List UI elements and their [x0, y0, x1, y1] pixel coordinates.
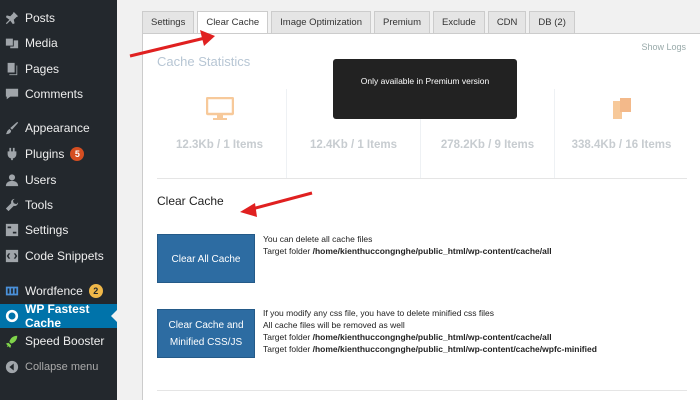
paintbrush-icon — [5, 121, 19, 135]
sidebar-item-posts[interactable]: Posts — [0, 6, 117, 30]
clear-all-cache-button[interactable]: Clear All Cache — [157, 234, 255, 283]
sidebar-item-label: Media — [25, 36, 58, 50]
sidebar-item-wordfence[interactable]: Wordfence 2 — [0, 279, 117, 303]
description-line: If you modify any css file, you have to … — [263, 308, 495, 318]
target-folder-label: Target folder — [263, 344, 313, 354]
main-content: Settings Clear Cache Image Optimization … — [117, 0, 700, 400]
target-folder-label: Target folder — [263, 246, 313, 256]
cache-icon — [5, 309, 19, 323]
plugin-tabs: Settings Clear Cache Image Optimization … — [142, 11, 575, 34]
divider — [157, 390, 687, 391]
sidebar-item-label: Comments — [25, 87, 84, 101]
clear-cache-title: Clear Cache — [157, 194, 224, 208]
plugins-update-badge: 5 — [70, 147, 85, 161]
target-folder-line: Target folder /home/kienthuccongnghe/pub… — [263, 331, 597, 343]
premium-only-tooltip: Only available in Premium version — [333, 59, 517, 119]
wordfence-icon — [5, 284, 19, 298]
stat-value: 12.4Kb / 1 Items — [310, 139, 397, 151]
sidebar-item-label: Tools — [25, 198, 54, 212]
button-label: Clear Cache and Minified CSS/JS — [168, 319, 244, 348]
target-folder-path: /home/kienthuccongnghe/public_html/wp-co… — [312, 344, 597, 354]
clear-minified-description: If you modify any css file, you have to … — [263, 307, 597, 355]
sidebar-item-label: Users — [25, 173, 57, 187]
sidebar-item-label: Posts — [25, 11, 56, 25]
sidebar-item-appearance[interactable]: Appearance — [0, 116, 117, 140]
plugin-icon — [5, 147, 19, 161]
js-file-icon — [612, 98, 631, 119]
sidebar-item-plugins[interactable]: Plugins 5 — [0, 142, 117, 166]
tab-settings[interactable]: Settings — [142, 11, 195, 33]
tools-icon — [5, 198, 19, 212]
sidebar-item-label: Appearance — [25, 121, 90, 135]
admin-sidebar: Posts Media Pages Comments Appearance Pl… — [0, 0, 117, 400]
code-icon — [5, 249, 19, 263]
stat-desktop: 12.3Kb / 1 Items — [153, 89, 287, 179]
tab-clear-cache[interactable]: Clear Cache — [197, 11, 269, 34]
sidebar-item-pages[interactable]: Pages — [0, 57, 117, 81]
description-line: All cache files will be removed as well — [263, 320, 405, 330]
media-icon — [5, 36, 19, 50]
tab-exclude[interactable]: Exclude — [433, 11, 485, 33]
sidebar-item-label: Plugins — [25, 147, 65, 161]
sidebar-item-label: Code Snippets — [25, 249, 104, 263]
sidebar-item-wp-fastest-cache[interactable]: WP Fastest Cache — [0, 302, 117, 330]
comments-icon — [5, 87, 19, 101]
sidebar-item-code-snippets[interactable]: Code Snippets — [0, 244, 117, 268]
description-line: You can delete all cache files — [263, 234, 373, 244]
pin-icon — [5, 11, 19, 25]
clear-cache-panel: Show Logs Cache Statistics 12.3Kb / 1 It… — [142, 33, 700, 400]
collapse-icon — [5, 360, 19, 374]
target-folder-path: /home/kienthuccongnghe/public_html/wp-co… — [312, 332, 552, 342]
target-folder-line: Target folder /home/kienthuccongnghe/pub… — [263, 245, 552, 257]
target-folder-label: Target folder — [263, 332, 313, 342]
target-folder-line: Target folder /home/kienthuccongnghe/pub… — [263, 343, 597, 355]
sidebar-item-comments[interactable]: Comments — [0, 82, 117, 106]
sidebar-item-users[interactable]: Users — [0, 168, 117, 192]
tab-premium[interactable]: Premium — [373, 11, 430, 33]
sidebar-item-label: WP Fastest Cache — [25, 302, 90, 330]
clear-cache-and-minified-button[interactable]: Clear Cache and Minified CSS/JS — [157, 309, 255, 358]
sidebar-item-label: Settings — [25, 223, 69, 237]
sidebar-item-label: Speed Booster — [25, 334, 105, 348]
desktop-icon — [205, 97, 234, 120]
tab-cdn[interactable]: CDN — [487, 11, 527, 33]
users-icon — [5, 173, 19, 187]
clear-all-description: You can delete all cache files Target fo… — [263, 233, 552, 257]
pages-icon — [5, 62, 19, 76]
sidebar-item-label: Collapse menu — [25, 361, 99, 373]
tab-image-optimization[interactable]: Image Optimization — [271, 11, 371, 33]
divider — [157, 178, 687, 179]
sidebar-item-label: Pages — [25, 62, 60, 76]
rocket-icon — [5, 334, 19, 348]
stat-value: 338.4Kb / 16 Items — [571, 139, 672, 151]
sidebar-item-settings[interactable]: Settings — [0, 218, 117, 242]
stat-value: 12.3Kb / 1 Items — [176, 139, 263, 151]
stat-minified-js: 338.4Kb / 16 Items — [555, 89, 688, 179]
show-logs-link[interactable]: Show Logs — [641, 42, 686, 52]
cache-statistics-title: Cache Statistics — [157, 54, 251, 69]
sidebar-item-media[interactable]: Media — [0, 31, 117, 55]
tab-db[interactable]: DB (2) — [529, 11, 575, 33]
target-folder-path: /home/kienthuccongnghe/public_html/wp-co… — [312, 246, 552, 256]
stat-value: 278.2Kb / 9 Items — [440, 139, 535, 151]
settings-icon — [5, 223, 19, 237]
sidebar-item-speed-booster[interactable]: Speed Booster — [0, 329, 117, 353]
wordfence-alert-badge: 2 — [88, 284, 103, 298]
collapse-menu-button[interactable]: Collapse menu — [0, 355, 117, 379]
sidebar-item-tools[interactable]: Tools — [0, 193, 117, 217]
sidebar-item-label: Wordfence — [25, 284, 83, 298]
